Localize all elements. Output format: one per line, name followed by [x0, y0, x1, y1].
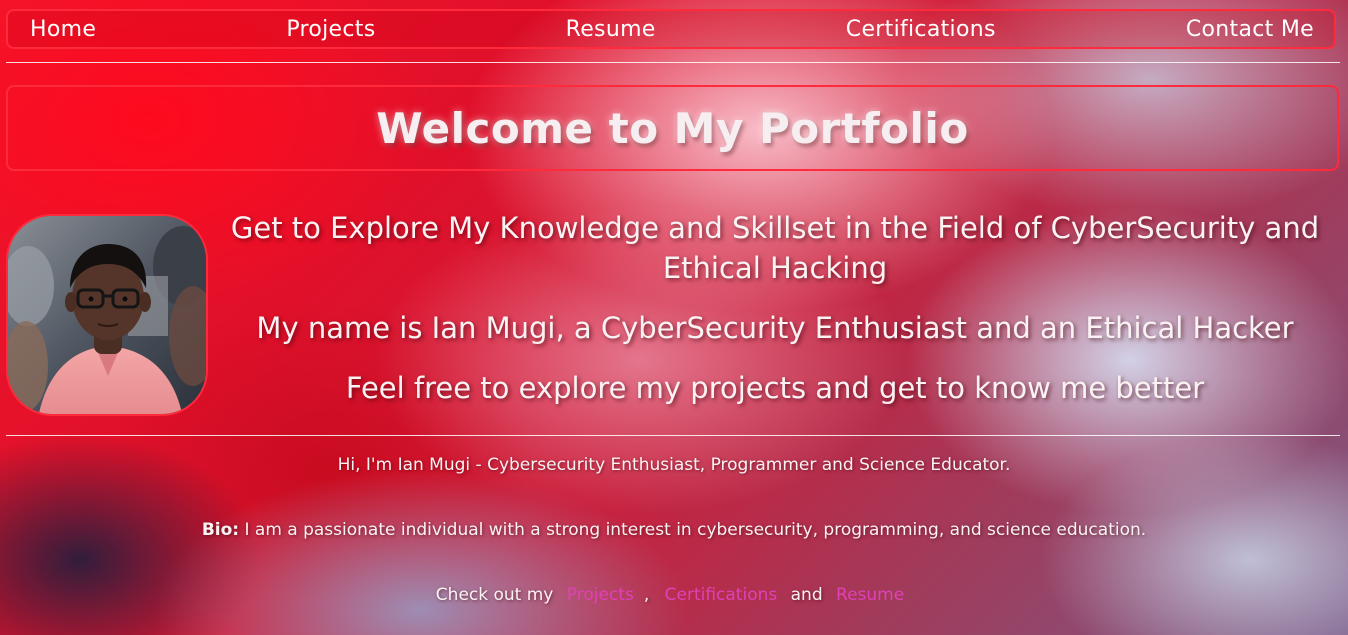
intro-section: Get to Explore My Knowledge and Skillset… [216, 208, 1334, 408]
cta-comma: , [643, 585, 650, 605]
call-to-action: Check out my Projects, Certifications an… [0, 585, 1348, 605]
bio-label: Bio: [201, 520, 240, 540]
nav-divider [6, 62, 1340, 63]
cta-projects-link[interactable]: Projects [567, 585, 634, 605]
greeting-text: Hi, I'm Ian Mugi - Cybersecurity Enthusi… [337, 455, 1011, 475]
nav-contact-link[interactable]: Contact Me [1186, 17, 1314, 42]
profile-photo [6, 214, 208, 416]
page-title: Welcome to My Portfolio [376, 103, 969, 153]
intro-headline: Get to Explore My Knowledge and Skillset… [230, 211, 1320, 285]
cta-resume-link[interactable]: Resume [836, 585, 904, 605]
intro-name-line: My name is Ian Mugi, a CyberSecurity Ent… [256, 311, 1294, 345]
nav-resume-link[interactable]: Resume [566, 17, 656, 42]
top-nav: Home Projects Resume Certifications Cont… [6, 9, 1336, 49]
cta-prefix: Check out my [435, 585, 554, 605]
section-divider [6, 435, 1340, 436]
nav-certifications-link[interactable]: Certifications [846, 17, 996, 42]
nav-projects-link[interactable]: Projects [286, 17, 375, 42]
cta-certifications-link[interactable]: Certifications [665, 585, 778, 605]
bio-paragraph: Bio: I am a passionate individual with a… [0, 520, 1348, 540]
cta-and: and [790, 585, 823, 605]
profile-portrait-illustration [8, 216, 206, 414]
intro-invite-line: Feel free to explore my projects and get… [345, 371, 1205, 405]
bio-text: I am a passionate individual with a stro… [239, 520, 1147, 540]
nav-home-link[interactable]: Home [30, 17, 96, 42]
welcome-banner: Welcome to My Portfolio [6, 85, 1339, 171]
